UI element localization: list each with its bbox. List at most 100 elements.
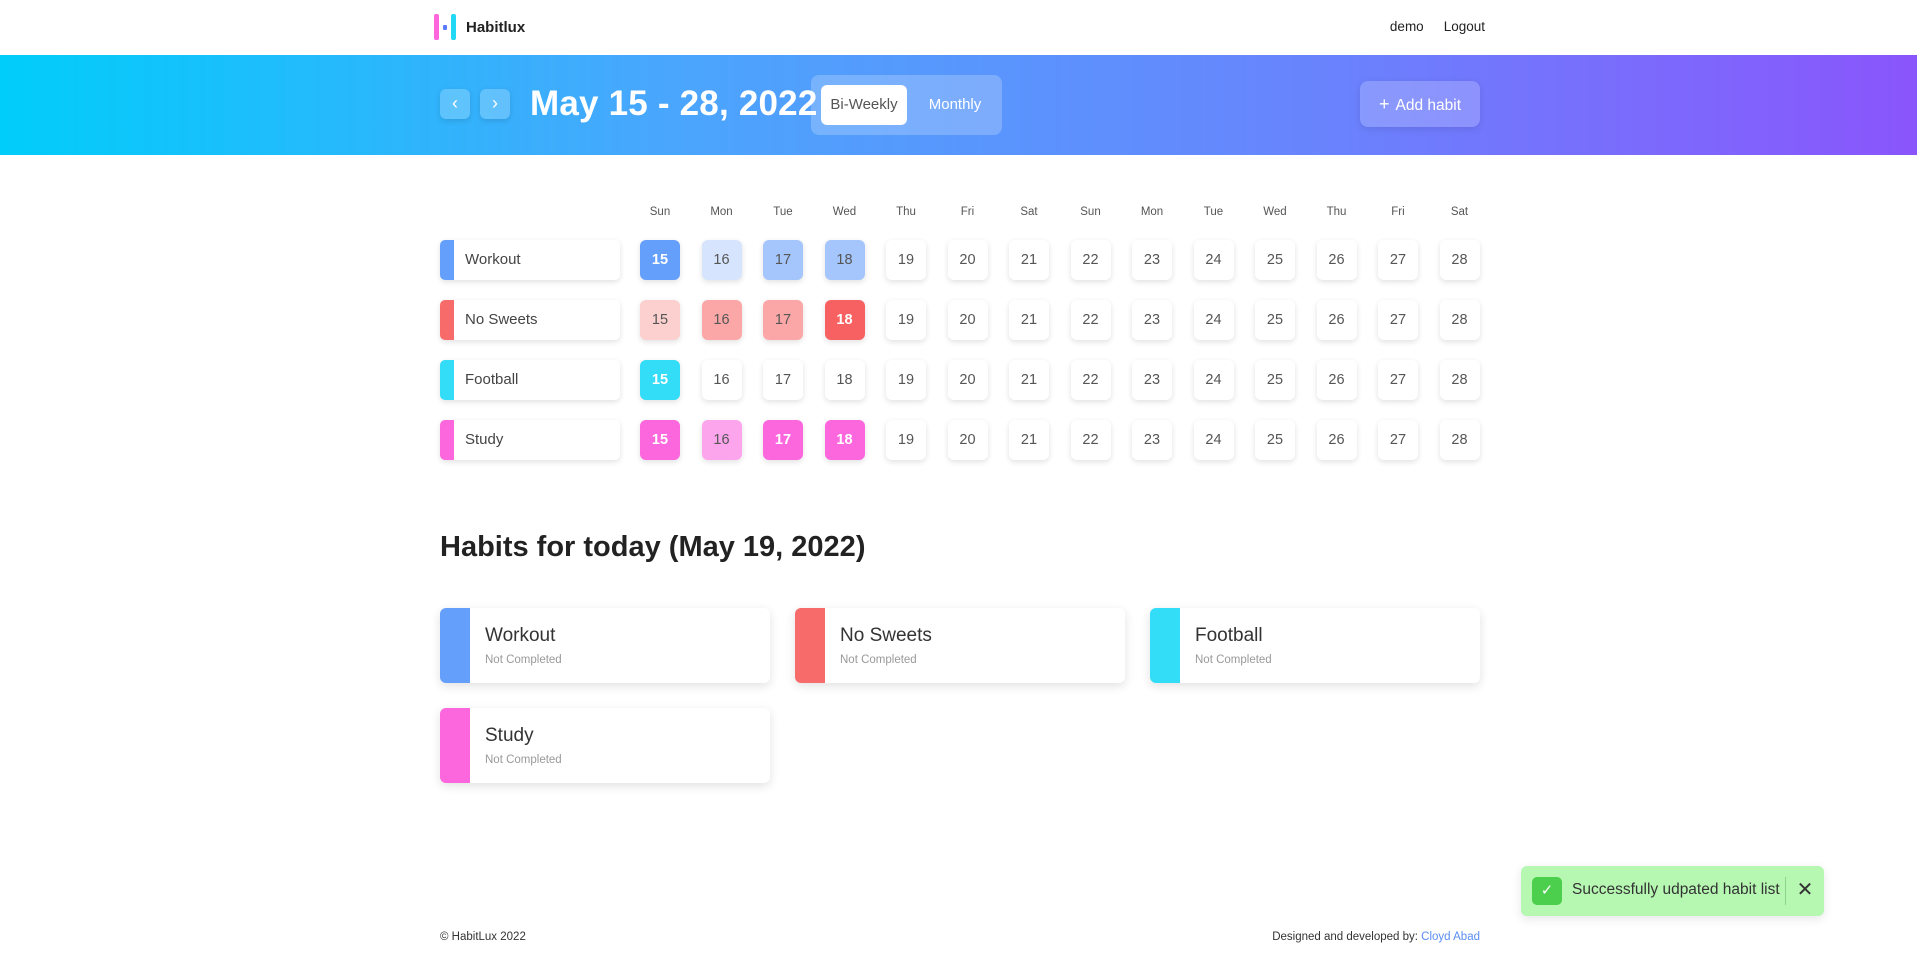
day-cell[interactable]: 16 (701, 300, 742, 340)
habit-color-stripe (440, 360, 454, 400)
weekday-header: Thu (896, 206, 916, 218)
logout-link[interactable]: Logout (1444, 19, 1485, 34)
day-cell[interactable]: 28 (1439, 360, 1480, 400)
author-link[interactable]: Cloyd Abad (1421, 931, 1480, 943)
day-cell[interactable]: 21 (1009, 240, 1049, 280)
day-cell[interactable]: 24 (1193, 300, 1234, 340)
day-cell[interactable]: 17 (763, 360, 803, 400)
day-cell[interactable]: 20 (947, 240, 988, 280)
day-cell[interactable]: 28 (1439, 300, 1480, 340)
day-cell[interactable]: 20 (947, 420, 988, 460)
day-cell[interactable]: 22 (1070, 240, 1111, 280)
day-cell[interactable]: 15 (640, 420, 680, 460)
day-cell[interactable]: 27 (1378, 300, 1418, 340)
day-cell[interactable]: 21 (1009, 300, 1049, 340)
habit-color-stripe (440, 608, 470, 683)
day-cell[interactable]: 26 (1316, 360, 1357, 400)
habit-color-stripe (440, 420, 454, 460)
day-cell[interactable]: 25 (1255, 360, 1295, 400)
day-cell[interactable]: 28 (1439, 240, 1480, 280)
day-cell[interactable]: 28 (1439, 420, 1480, 460)
day-cell[interactable]: 19 (886, 240, 926, 280)
day-cell[interactable]: 23 (1132, 240, 1172, 280)
weekday-header: Tue (773, 206, 793, 218)
close-icon[interactable]: ✕ (1793, 878, 1817, 902)
check-icon: ✓ (1532, 877, 1562, 905)
plus-icon: + (1378, 94, 1390, 114)
previous-period-button[interactable]: ‹ (440, 89, 470, 119)
day-cell[interactable]: 18 (824, 420, 865, 460)
day-cell[interactable]: 15 (640, 360, 680, 400)
habit-row-label[interactable]: Workout (440, 240, 620, 280)
today-habit-card[interactable]: Study Not Completed (440, 708, 770, 783)
habit-row-label[interactable]: Study (440, 420, 620, 460)
day-cell[interactable]: 23 (1132, 420, 1172, 460)
habitlux-logo-icon (434, 14, 456, 40)
habit-color-stripe (440, 240, 454, 280)
day-cell[interactable]: 17 (763, 420, 803, 460)
next-period-button[interactable]: › (480, 89, 510, 119)
day-cell[interactable]: 24 (1193, 420, 1234, 460)
day-cell[interactable]: 24 (1193, 240, 1234, 280)
day-cell[interactable]: 25 (1255, 300, 1295, 340)
day-cell[interactable]: 22 (1070, 300, 1111, 340)
day-cell[interactable]: 26 (1316, 240, 1357, 280)
day-cell[interactable]: 16 (701, 360, 742, 400)
footer-credit: Designed and developed by: Cloyd Abad (1272, 931, 1480, 943)
day-cell[interactable]: 19 (886, 300, 926, 340)
toast-message: Successfully udpated habit list (1572, 881, 1780, 898)
today-habit-name: Study (485, 725, 534, 746)
brand[interactable]: Habitlux (434, 14, 525, 40)
day-cell[interactable]: 17 (763, 240, 803, 280)
day-cell[interactable]: 15 (640, 300, 680, 340)
day-cell[interactable]: 20 (947, 300, 988, 340)
habit-name: Football (465, 371, 519, 388)
today-habit-name: No Sweets (840, 625, 932, 646)
habit-row-label[interactable]: Football (440, 360, 620, 400)
day-cell[interactable]: 18 (824, 360, 865, 400)
habit-row-label[interactable]: No Sweets (440, 300, 620, 340)
footer-credit-prefix: Designed and developed by: (1272, 931, 1422, 943)
day-cell[interactable]: 22 (1070, 420, 1111, 460)
day-cell[interactable]: 25 (1255, 240, 1295, 280)
today-habit-card[interactable]: No Sweets Not Completed (795, 608, 1125, 683)
day-cell[interactable]: 23 (1132, 300, 1172, 340)
day-cell[interactable]: 26 (1316, 420, 1357, 460)
success-toast: ✓ Successfully udpated habit list ✕ (1521, 866, 1824, 916)
today-habit-card[interactable]: Football Not Completed (1150, 608, 1480, 683)
day-cell[interactable]: 27 (1378, 240, 1418, 280)
brand-name: Habitlux (466, 18, 526, 36)
day-cell[interactable]: 15 (640, 240, 680, 280)
today-habit-status: Not Completed (1195, 654, 1272, 666)
day-cell[interactable]: 20 (947, 360, 988, 400)
weekday-header: Fri (960, 206, 975, 218)
day-cell[interactable]: 19 (886, 360, 926, 400)
day-cell[interactable]: 18 (824, 240, 865, 280)
day-cell[interactable]: 21 (1009, 360, 1049, 400)
view-option-biweekly[interactable]: Bi-Weekly (821, 85, 907, 125)
day-cell[interactable]: 26 (1316, 300, 1357, 340)
day-cell[interactable]: 18 (824, 300, 865, 340)
day-cell[interactable]: 16 (701, 420, 742, 460)
user-menu-link[interactable]: demo (1390, 19, 1424, 34)
day-cell[interactable]: 22 (1070, 360, 1111, 400)
weekday-header: Sat (1450, 206, 1469, 218)
day-cell[interactable]: 23 (1132, 360, 1172, 400)
today-habit-card[interactable]: Workout Not Completed (440, 608, 770, 683)
weekday-header: Sun (1080, 206, 1101, 218)
chevron-left-icon: ‹ (452, 93, 458, 113)
day-cell[interactable]: 25 (1255, 420, 1295, 460)
day-cell[interactable]: 19 (886, 420, 926, 460)
day-cell[interactable]: 27 (1378, 420, 1418, 460)
weekday-header: Fri (1391, 206, 1405, 218)
view-option-monthly[interactable]: Monthly (915, 85, 995, 125)
add-habit-button[interactable]: + Add habit (1360, 81, 1480, 127)
day-cell[interactable]: 21 (1009, 420, 1049, 460)
day-cell[interactable]: 17 (763, 300, 803, 340)
toast-divider (1785, 877, 1786, 905)
weekday-header: Wed (832, 206, 857, 218)
day-cell[interactable]: 27 (1378, 360, 1418, 400)
weekday-header: Sat (1020, 206, 1038, 218)
day-cell[interactable]: 24 (1193, 360, 1234, 400)
day-cell[interactable]: 16 (701, 240, 742, 280)
